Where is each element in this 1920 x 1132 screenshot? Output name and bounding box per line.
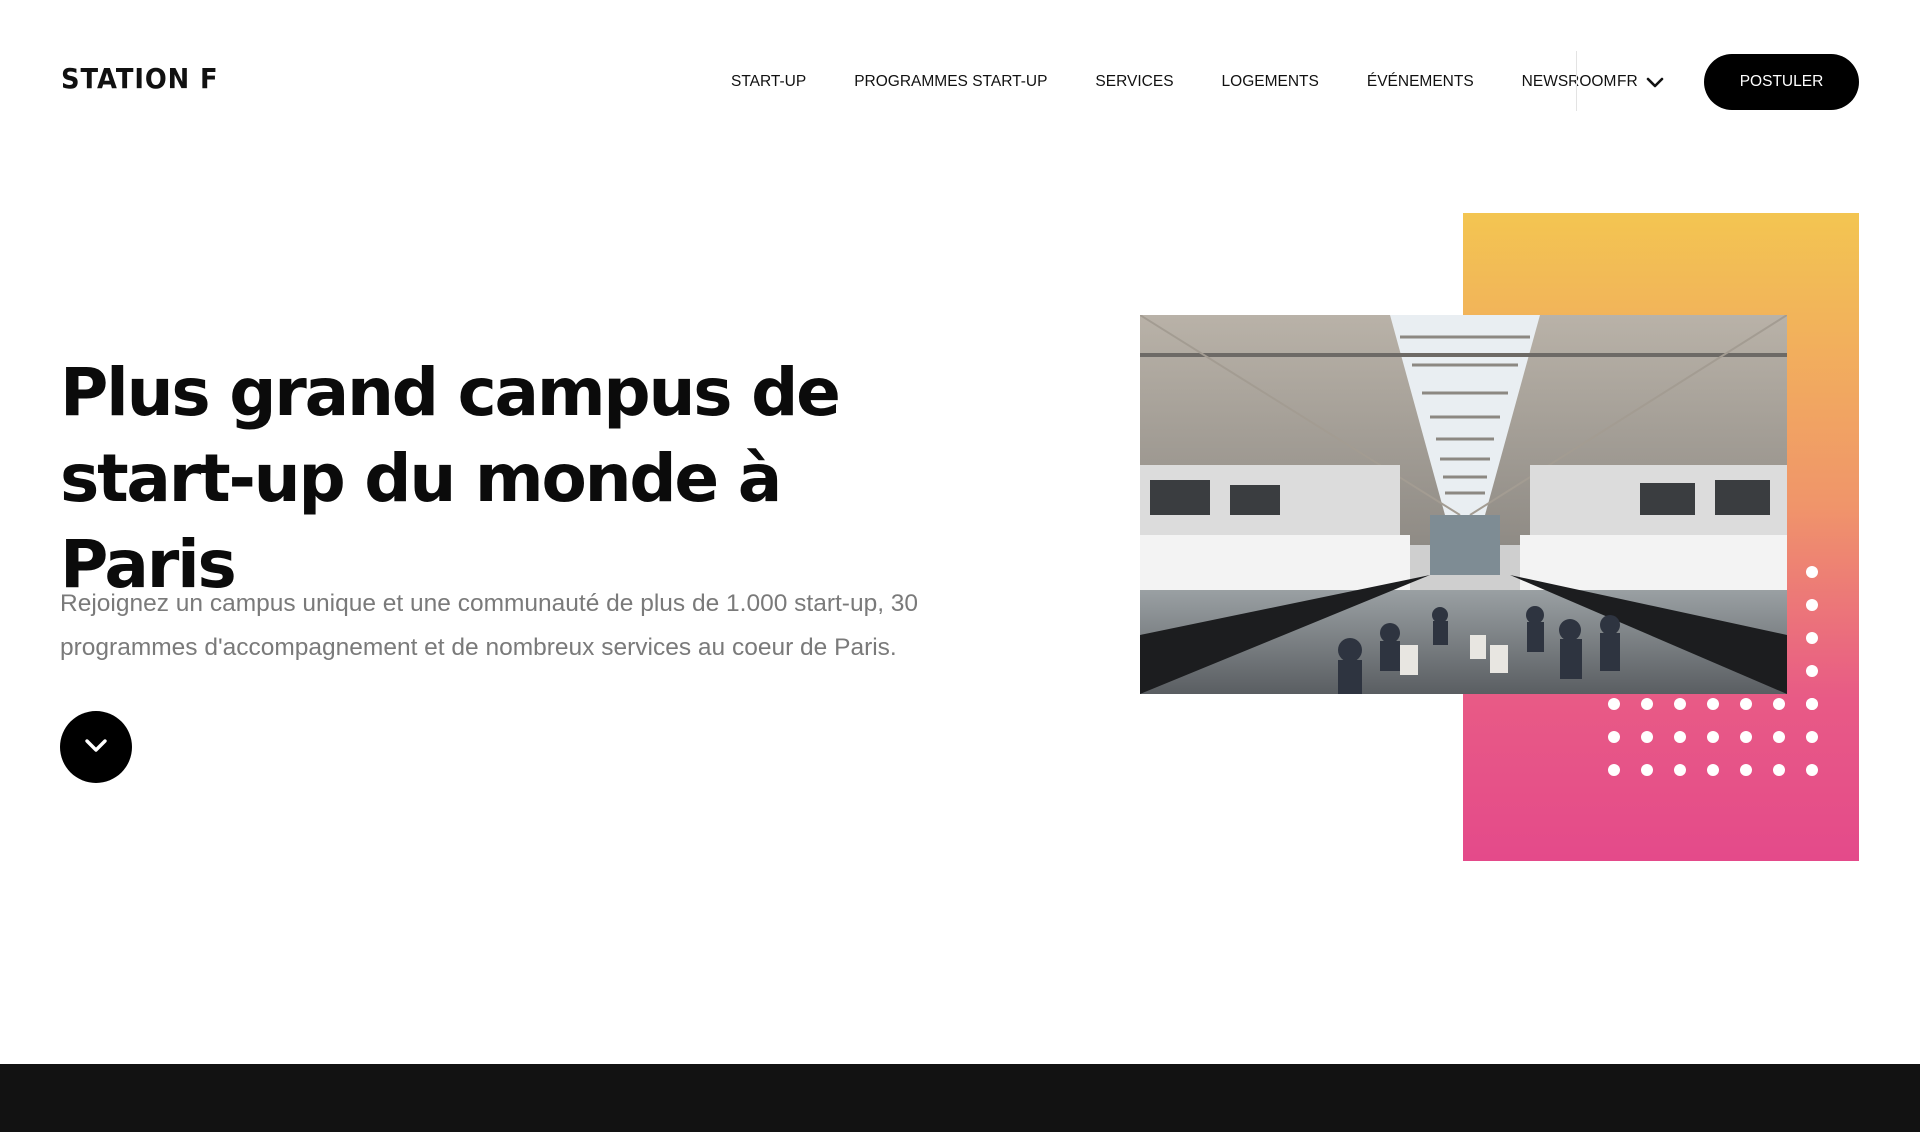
main-nav: START-UP PROGRAMMES START-UP SERVICES LO… [731,70,1616,94]
scroll-down-button[interactable] [60,711,132,783]
chevron-down-icon [82,735,110,760]
language-label: FR [1617,73,1638,90]
dark-section-band [0,1064,1920,1132]
nav-item-programmes-start-up[interactable]: PROGRAMMES START-UP [854,70,1047,94]
campus-interior-photo [1140,315,1787,694]
postuler-button[interactable]: POSTULER [1704,54,1859,110]
nav-item-logements[interactable]: LOGEMENTS [1222,70,1319,94]
hero-title: Plus grand campus de start-up du monde à… [60,354,841,603]
nav-item-newsroom[interactable]: NEWSROOM [1522,70,1617,94]
nav-item-evenements[interactable]: ÉVÉNEMENTS [1367,70,1474,94]
chevron-down-icon [1646,75,1664,89]
site-header: STATION F START-UP PROGRAMMES START-UP S… [0,0,1920,164]
nav-item-start-up[interactable]: START-UP [731,70,806,94]
nav-divider [1576,51,1577,111]
station-f-logo[interactable]: STATION F [61,62,219,96]
language-selector[interactable]: FR [1617,70,1664,94]
nav-item-services[interactable]: SERVICES [1095,70,1173,94]
hero-subtitle: Rejoignez un campus unique et une commun… [60,590,919,661]
